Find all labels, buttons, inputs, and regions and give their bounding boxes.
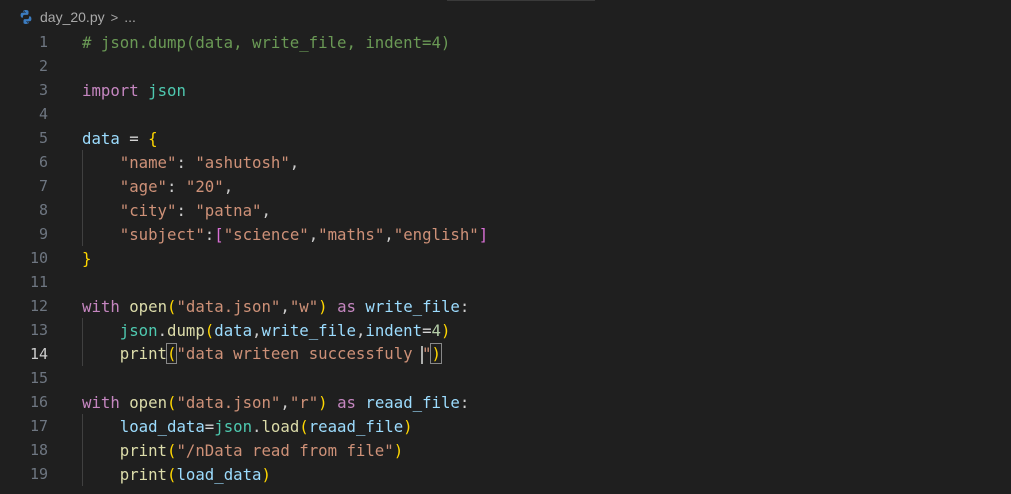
line-number: 8: [38, 201, 48, 219]
code-text: data = {: [82, 128, 158, 148]
code-line[interactable]: 11: [0, 270, 1011, 294]
line-number: 9: [38, 225, 48, 243]
code-line[interactable]: 12 with open("data.json","w") as write_f…: [0, 294, 1011, 318]
code-text: # json.dump(data, write_file, indent=4): [82, 32, 451, 52]
code-line[interactable]: 3 import json: [0, 78, 1011, 102]
chevron-right-icon: >: [110, 9, 119, 25]
code-line[interactable]: 13 json.dump(data,write_file,indent=4): [0, 318, 1011, 342]
code-text: }: [82, 248, 92, 268]
code-line[interactable]: 10 }: [0, 246, 1011, 270]
code-line[interactable]: 4: [0, 102, 1011, 126]
code-text: "name": "ashutosh",: [119, 152, 300, 172]
breadcrumb[interactable]: day_20.py > ...: [18, 6, 136, 28]
line-number: 11: [29, 273, 48, 291]
breadcrumb-file-name[interactable]: day_20.py: [40, 9, 105, 25]
code-line[interactable]: 6 "name": "ashutosh",: [0, 150, 1011, 174]
code-line[interactable]: 18 print("/nData read from file"): [0, 438, 1011, 462]
code-line[interactable]: 7 "age": "20",: [0, 174, 1011, 198]
line-number: 3: [38, 81, 48, 99]
code-editor[interactable]: 1 # json.dump(data, write_file, indent=4…: [0, 30, 1011, 494]
tab-border-segment: [447, 0, 595, 1]
line-number: 7: [38, 177, 48, 195]
line-number: 2: [38, 57, 48, 75]
line-number: 5: [38, 129, 48, 147]
line-number: 19: [29, 465, 48, 483]
line-number: 6: [38, 153, 48, 171]
code-line[interactable]: 9 "subject":["science","maths","english"…: [0, 222, 1011, 246]
code-text: "subject":["science","maths","english"]: [119, 224, 489, 244]
breadcrumb-more[interactable]: ...: [124, 9, 136, 25]
code-line[interactable]: 16 with open("data.json","r") as reaad_f…: [0, 390, 1011, 414]
line-number: 12: [29, 297, 48, 315]
code-text: print("data writeen successfuly "): [119, 343, 442, 365]
code-line[interactable]: 19 print(load_data): [0, 462, 1011, 486]
code-text: import json: [82, 80, 186, 100]
line-number: 13: [29, 321, 48, 339]
code-text: with open("data.json","w") as write_file…: [82, 296, 470, 316]
line-number: 4: [38, 105, 48, 123]
python-icon: [18, 9, 34, 25]
line-number: 1: [38, 33, 48, 51]
code-text: with open("data.json","r") as reaad_file…: [82, 392, 470, 412]
line-number: 17: [29, 417, 48, 435]
code-line[interactable]: 5 data = {: [0, 126, 1011, 150]
line-number: 18: [29, 441, 48, 459]
code-line[interactable]: 8 "city": "patna",: [0, 198, 1011, 222]
top-border: [0, 0, 1011, 2]
line-number: 16: [29, 393, 48, 411]
text-cursor: [421, 345, 424, 364]
code-line[interactable]: 1 # json.dump(data, write_file, indent=4…: [0, 30, 1011, 54]
code-text: "city": "patna",: [119, 200, 271, 220]
code-text: print("/nData read from file"): [119, 440, 404, 460]
code-text: print(load_data): [119, 464, 271, 484]
line-number: 15: [29, 369, 48, 387]
code-text: json.dump(data,write_file,indent=4): [119, 320, 451, 340]
line-number: 10: [29, 249, 48, 267]
code-line-active[interactable]: 14 print("data writeen successfuly "): [0, 342, 1011, 366]
line-number: 14: [29, 345, 48, 363]
code-text: "age": "20",: [119, 176, 234, 196]
code-line[interactable]: 2: [0, 54, 1011, 78]
code-line[interactable]: 15: [0, 366, 1011, 390]
code-line[interactable]: 17 load_data=json.load(reaad_file): [0, 414, 1011, 438]
code-text: load_data=json.load(reaad_file): [119, 416, 413, 436]
